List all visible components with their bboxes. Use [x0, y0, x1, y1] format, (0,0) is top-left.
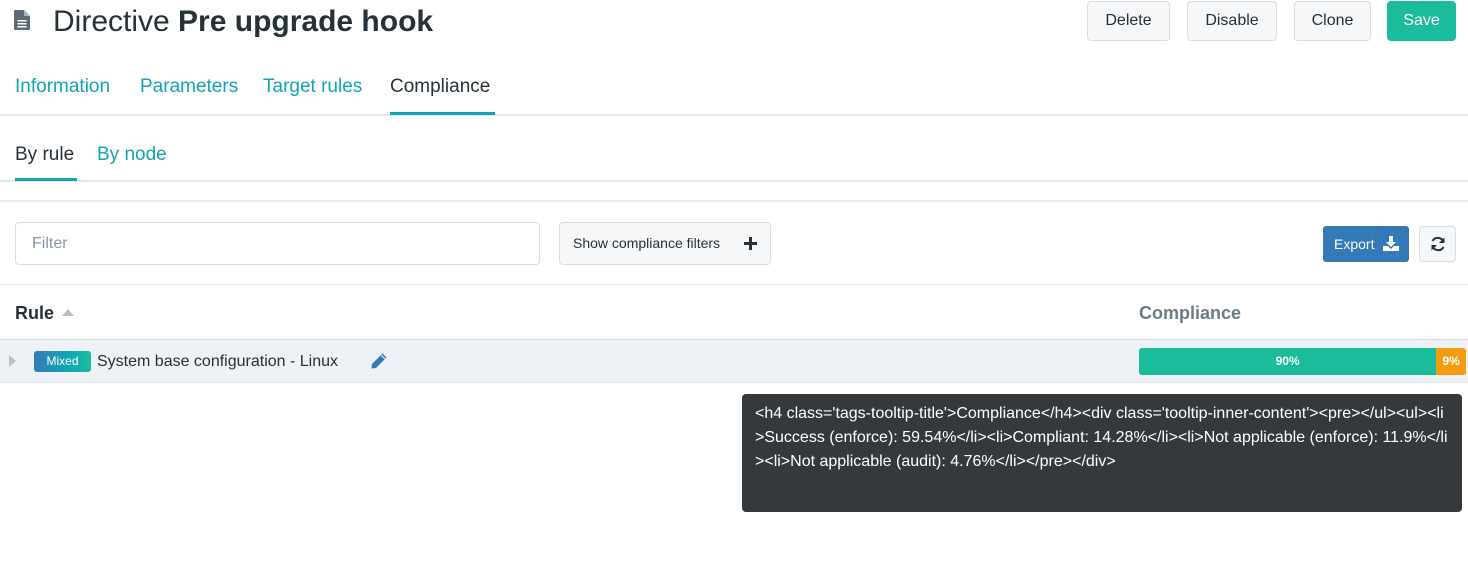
refresh-icon — [1431, 236, 1445, 252]
rule-header-label: Rule — [15, 303, 55, 323]
tab-target-rules[interactable]: Target rules — [263, 74, 362, 100]
export-button[interactable]: Export — [1323, 226, 1409, 262]
compliance-column-header[interactable]: Compliance — [1139, 302, 1241, 324]
filter-input[interactable] — [15, 222, 540, 265]
rule-column-header[interactable]: Rule — [15, 302, 75, 324]
active-tab-indicator — [390, 112, 495, 115]
save-button[interactable]: Save — [1387, 1, 1456, 41]
page-title: Directive Pre upgrade hook — [53, 3, 433, 41]
export-label: Export — [1334, 236, 1375, 252]
show-filters-label: Show compliance filters — [573, 235, 721, 251]
rule-name[interactable]: System base configuration - Linux — [97, 351, 338, 372]
compliance-warning-segment: 9% — [1436, 348, 1466, 375]
table-top-divider — [0, 284, 1468, 285]
caret-right-icon[interactable] — [9, 355, 16, 367]
tab-information[interactable]: Information — [15, 74, 110, 100]
compliance-bar[interactable]: 90% 9% — [1139, 348, 1466, 375]
page-header: Directive Pre upgrade hook Delete Disabl… — [0, 0, 1468, 52]
delete-button[interactable]: Delete — [1087, 1, 1170, 41]
tab-parameters[interactable]: Parameters — [140, 74, 238, 100]
subtab-by-node[interactable]: By node — [97, 142, 167, 168]
clone-button[interactable]: Clone — [1294, 1, 1371, 41]
compliance-success-segment: 90% — [1139, 348, 1437, 375]
tab-compliance[interactable]: Compliance — [390, 74, 490, 100]
sort-up-icon — [62, 308, 75, 316]
directive-tabs: Information Parameters Target rules Comp… — [0, 66, 1468, 116]
pencil-icon[interactable] — [370, 352, 388, 370]
mixed-badge: Mixed — [34, 351, 91, 372]
subtab-by-rule[interactable]: By rule — [15, 142, 74, 168]
compliance-subtabs: By rule By node — [0, 136, 1468, 182]
disable-button[interactable]: Disable — [1187, 1, 1277, 41]
plus-icon — [744, 237, 757, 250]
show-compliance-filters-button[interactable]: Show compliance filters — [559, 222, 771, 265]
active-subtab-indicator — [15, 178, 77, 181]
refresh-button[interactable] — [1419, 226, 1456, 262]
title-prefix: Directive — [53, 5, 170, 38]
document-icon — [14, 10, 30, 30]
directive-name: Pre upgrade hook — [178, 5, 434, 38]
toolbar-divider — [0, 200, 1468, 202]
compliance-tooltip: <h4 class='tags-tooltip-title'>Complianc… — [742, 394, 1462, 512]
download-icon — [1383, 236, 1399, 251]
